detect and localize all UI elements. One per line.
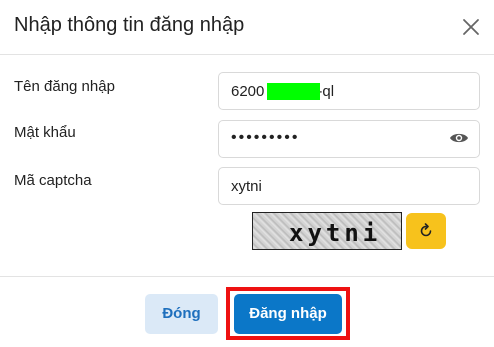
refresh-captcha-button[interactable]	[406, 213, 446, 249]
captcha-image-text: xytni	[289, 219, 382, 247]
header-divider	[0, 54, 494, 55]
dialog-title: Nhập thông tin đăng nhập	[14, 14, 245, 36]
password-field-box[interactable]: •••••••••	[218, 120, 480, 158]
refresh-icon	[420, 223, 432, 237]
show-password-button[interactable]	[449, 130, 469, 146]
redaction-block	[267, 83, 320, 100]
captcha-input[interactable]: xytni	[231, 178, 262, 195]
dialog-header: Nhập thông tin đăng nhập	[0, 0, 494, 54]
captcha-label: Mã captcha	[14, 172, 92, 189]
close-icon	[463, 19, 479, 35]
username-label: Tên đăng nhập	[14, 78, 115, 95]
username-field-box[interactable]: 6200 -ql	[218, 72, 480, 110]
eye-icon	[450, 133, 468, 143]
password-input[interactable]: •••••••••	[231, 129, 299, 147]
close-dialog-button[interactable]: Đóng	[145, 294, 218, 334]
close-button[interactable]	[459, 15, 483, 39]
captcha-field-box[interactable]: xytni	[218, 167, 480, 205]
captcha-image: xytni	[252, 212, 402, 250]
username-value-prefix: 6200	[231, 83, 265, 100]
password-label: Mật khẩu	[14, 124, 76, 141]
login-button[interactable]: Đăng nhập	[234, 294, 342, 334]
footer-divider	[0, 276, 494, 277]
